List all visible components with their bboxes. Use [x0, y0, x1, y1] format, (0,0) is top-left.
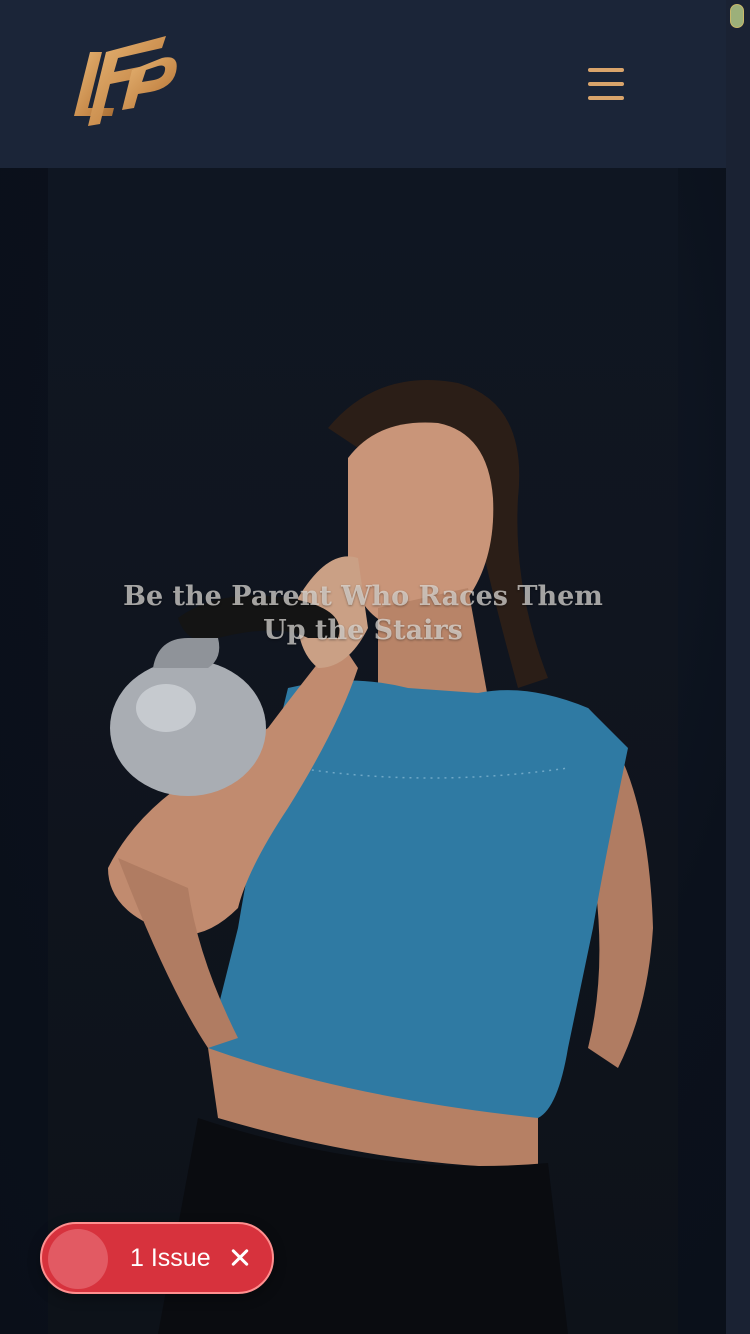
hamburger-line-bottom	[588, 96, 624, 100]
page-scrollbar-thumb[interactable]	[730, 4, 744, 28]
lfp-logo[interactable]	[62, 30, 184, 130]
menu-button[interactable]	[582, 62, 630, 106]
hamburger-line-top	[588, 68, 624, 72]
close-icon[interactable]	[228, 1246, 252, 1270]
hamburger-line-middle	[588, 82, 624, 86]
page: Be the Parent Who Races Them Up the Stai…	[0, 0, 750, 1334]
hero-title: Be the Parent Who Races Them Up the Stai…	[123, 581, 603, 647]
issue-badge[interactable]: 1 Issue	[40, 1222, 274, 1294]
site-header	[0, 0, 726, 168]
issue-indicator-dot	[48, 1229, 108, 1289]
hero-photo	[48, 168, 678, 1334]
issue-count-label: 1 Issue	[130, 1244, 211, 1272]
page-scrollbar-track[interactable]	[726, 0, 750, 1334]
hero-section: Be the Parent Who Races Them Up the Stai…	[0, 168, 726, 1334]
